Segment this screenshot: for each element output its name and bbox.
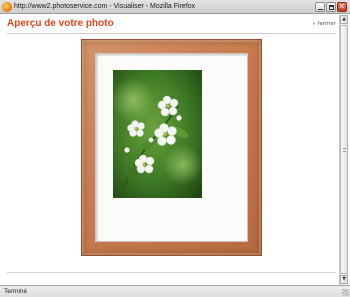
maximize-icon (329, 5, 334, 10)
minimize-icon (318, 9, 323, 10)
scroll-down-button[interactable]: ▼ (340, 275, 348, 284)
arrow-down-icon: ▼ (342, 276, 346, 282)
minimize-button[interactable] (315, 2, 325, 12)
browser-window: http://www2.photoservice.com - Visualise… (0, 0, 350, 297)
vertical-scrollbar[interactable]: ▲ ▼ (339, 15, 348, 285)
flower-photo (113, 70, 202, 198)
firefox-icon (2, 2, 12, 12)
resize-grip-icon[interactable] (342, 289, 349, 296)
status-bar: Terminé (0, 285, 350, 297)
divider-bottom (7, 272, 336, 273)
window-title: http://www2.photoservice.com - Visualise… (14, 3, 196, 10)
status-text: Terminé (4, 288, 28, 295)
picture-frame (81, 39, 262, 256)
arrow-up-icon: ▲ (342, 16, 346, 22)
flower-photo-image (113, 70, 202, 198)
scrollbar-thumb[interactable] (340, 25, 348, 274)
maximize-button[interactable] (326, 2, 336, 12)
page-title: Aperçu de votre photo (7, 18, 114, 29)
title-bar[interactable]: http://www2.photoservice.com - Visualise… (0, 0, 350, 14)
close-window-button[interactable]: ✕ (337, 2, 347, 12)
divider-top (7, 33, 336, 34)
close-link[interactable]: » fermer (312, 21, 336, 27)
close-icon: ✕ (338, 2, 346, 11)
scroll-up-button[interactable]: ▲ (340, 15, 348, 24)
grip-icon (343, 148, 346, 152)
page-content: Aperçu de votre photo » fermer (2, 15, 338, 284)
